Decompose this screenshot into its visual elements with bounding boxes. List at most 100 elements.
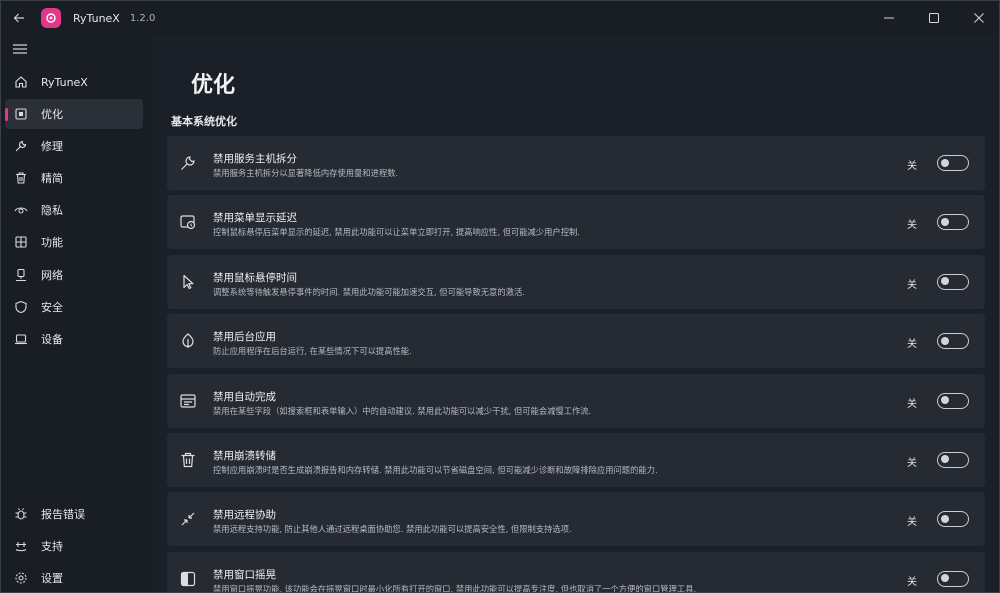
sidebar-item-network[interactable]: 网络 bbox=[5, 260, 143, 290]
toggle-knob bbox=[941, 336, 949, 345]
setting-description: 防止应用程序在后台运行, 在某些情况下可以提高性能. bbox=[213, 346, 412, 357]
title-bar: RyTuneX 1.2.0 bbox=[1, 1, 999, 35]
setting-description: 禁用在某些字段（如搜索框和表单输入）中的自动建议. 禁用此功能可以减少干扰, 但… bbox=[213, 405, 592, 416]
setting-title: 禁用崩溃转储 bbox=[213, 449, 276, 462]
setting-description: 禁用远程支持功能, 防止其他人通过远程桌面协助您. 禁用此功能可以提高安全性, … bbox=[213, 524, 572, 535]
eye-icon bbox=[13, 202, 29, 218]
sidebar-item-label: 安全 bbox=[41, 300, 63, 314]
setting-title: 禁用菜单显示延迟 bbox=[213, 212, 297, 225]
sidebar-item-optimize[interactable]: 优化 bbox=[5, 99, 143, 130]
back-button[interactable] bbox=[1, 1, 37, 35]
settings-card: 禁用远程协助 禁用远程支持功能, 防止其他人通过远程桌面协助您. 禁用此功能可以… bbox=[167, 492, 985, 547]
setting-description: 调整系统等待触发悬停事件的时间. 禁用此功能可能加速交互, 但可能导致无意的激活… bbox=[213, 286, 525, 297]
shield-icon bbox=[13, 299, 29, 315]
setting-description: 控制应用崩溃时是否生成崩溃报告和内存转储. 禁用此功能可以节省磁盘空间, 但可能… bbox=[213, 464, 658, 475]
optimize-icon bbox=[13, 106, 29, 122]
toggle-switch[interactable] bbox=[937, 155, 969, 171]
toggle-switch[interactable] bbox=[937, 511, 969, 528]
settings-list: 禁用服务主机拆分 禁用服务主机拆分以显著降低内存使用量和进程数. 关 禁用菜单显… bbox=[167, 136, 985, 593]
settings-card: 禁用崩溃转储 控制应用崩溃时是否生成崩溃报告和内存转储. 禁用此功能可以节省磁盘… bbox=[167, 432, 985, 487]
settings-card: 禁用服务主机拆分 禁用服务主机拆分以显著降低内存使用量和进程数. 关 bbox=[167, 136, 985, 190]
app-version: 1.2.0 bbox=[129, 12, 156, 24]
sidebar-item-label: 设备 bbox=[41, 332, 63, 346]
sidebar-item-label: 报告错误 bbox=[41, 508, 85, 521]
setting-title: 禁用服务主机拆分 bbox=[213, 153, 297, 165]
setting-title: 禁用后台应用 bbox=[213, 331, 276, 344]
gear-icon bbox=[13, 570, 29, 586]
toggle-switch[interactable] bbox=[937, 214, 969, 231]
close-button[interactable] bbox=[956, 1, 999, 35]
setting-title: 禁用鼠标悬停时间 bbox=[213, 271, 297, 284]
sidebar-item-label: 设置 bbox=[41, 572, 63, 586]
minimize-icon bbox=[883, 17, 894, 19]
main-content: 优化 基本系统优化 禁用服务主机拆分 禁用服务主机拆分以显著降低内存使用量和进程… bbox=[151, 35, 999, 593]
settings-card: 禁用鼠标悬停时间 调整系统等待触发悬停事件的时间. 禁用此功能可能加速交互, 但… bbox=[167, 254, 985, 309]
toggle-switch[interactable] bbox=[937, 333, 969, 350]
settings-card: 禁用后台应用 防止应用程序在后台运行, 在某些情况下可以提高性能. 关 bbox=[167, 314, 985, 369]
sidebar-item-label: 支持 bbox=[41, 540, 63, 554]
toggle-state-label: 关 bbox=[907, 279, 917, 291]
back-arrow-icon bbox=[13, 13, 24, 23]
bug-icon bbox=[13, 506, 29, 522]
setting-description: 禁用窗口摇晃功能, 该功能会在摇晃窗口时最小化所有打开的窗口. 禁用此功能可以提… bbox=[213, 583, 697, 593]
maximize-button[interactable] bbox=[911, 1, 956, 35]
section-title: 基本系统优化 bbox=[171, 115, 237, 128]
minimize-button[interactable] bbox=[866, 1, 911, 35]
nav-bottom-list: 报告错误 支持 设置 bbox=[5, 499, 143, 592]
sidebar-item-features[interactable]: 功能 bbox=[5, 227, 143, 257]
toggle-knob bbox=[941, 158, 949, 167]
toggle-state-label: 关 bbox=[907, 161, 917, 172]
laptop-icon bbox=[13, 331, 29, 347]
sidebar-item-privacy[interactable]: 隐私 bbox=[5, 195, 143, 225]
toggle-state-label: 关 bbox=[907, 517, 917, 529]
toggle-knob bbox=[941, 277, 949, 286]
sidebar-item-label: 功能 bbox=[41, 236, 63, 250]
toggle-knob bbox=[941, 514, 949, 523]
hamburger-menu-button[interactable] bbox=[13, 43, 29, 57]
wrench-icon bbox=[13, 138, 29, 154]
toggle-state-label: 关 bbox=[907, 339, 917, 351]
sidebar-item-security[interactable]: 安全 bbox=[5, 292, 143, 322]
toggle-state-label: 关 bbox=[907, 398, 917, 410]
app-logo-icon bbox=[41, 8, 61, 28]
nav-list: RyTuneX 优化 修理 精简 隐私 功能 网络 安全 设备 bbox=[5, 67, 143, 356]
sidebar-item-label: RyTuneX bbox=[41, 75, 88, 89]
sidebar-item-settings[interactable]: 设置 bbox=[5, 563, 143, 592]
sidebar-item-device[interactable]: 设备 bbox=[5, 324, 143, 354]
cursor-icon bbox=[179, 273, 197, 291]
sidebar-item-rytunex[interactable]: RyTuneX bbox=[5, 67, 143, 97]
toggle-state-label: 关 bbox=[907, 576, 917, 588]
leaf-icon bbox=[179, 332, 197, 350]
settings-card: 禁用菜单显示延迟 控制鼠标悬停后菜单显示的延迟, 禁用此功能可以让菜单立即打开,… bbox=[167, 195, 985, 250]
trash-icon bbox=[13, 170, 29, 186]
toggle-state-label: 关 bbox=[907, 457, 917, 469]
toggle-state-label: 关 bbox=[907, 220, 917, 232]
sidebar-item-report-bug[interactable]: 报告错误 bbox=[5, 499, 143, 529]
app-window: RyTuneX 1.2.0 RyTuneX 优化 修理 精简 隐私 功能 网络 … bbox=[0, 0, 1000, 593]
sidebar-item-label: 网络 bbox=[41, 268, 63, 282]
toggle-switch[interactable] bbox=[937, 273, 969, 290]
sidebar: RyTuneX 优化 修理 精简 隐私 功能 网络 安全 设备 报告错误 支持 … bbox=[1, 35, 151, 592]
menu-delay-icon bbox=[179, 213, 197, 231]
sidebar-item-support[interactable]: 支持 bbox=[5, 531, 143, 561]
sidebar-item-debloat[interactable]: 精简 bbox=[5, 163, 143, 193]
toggle-knob bbox=[941, 217, 949, 226]
page-title: 优化 bbox=[191, 73, 236, 98]
toggle-knob bbox=[941, 396, 949, 405]
settings-card: 禁用窗口摇晃 禁用窗口摇晃功能, 该功能会在摇晃窗口时最小化所有打开的窗口. 禁… bbox=[167, 551, 985, 593]
setting-description: 控制鼠标悬停后菜单显示的延迟, 禁用此功能可以让菜单立即打开, 提高响应性, 但… bbox=[213, 227, 580, 238]
home-icon bbox=[13, 74, 29, 90]
wrench-icon bbox=[179, 154, 197, 172]
sidebar-item-label: 修理 bbox=[41, 140, 63, 154]
support-icon bbox=[13, 538, 29, 554]
sidebar-item-repair[interactable]: 修理 bbox=[5, 131, 143, 161]
network-icon bbox=[13, 267, 29, 283]
toggle-switch[interactable] bbox=[937, 451, 969, 468]
close-icon bbox=[973, 13, 984, 23]
remote-icon bbox=[179, 510, 197, 528]
toggle-knob bbox=[941, 455, 949, 464]
toggle-switch[interactable] bbox=[937, 570, 969, 587]
trash-icon bbox=[179, 451, 197, 469]
toggle-switch[interactable] bbox=[937, 392, 969, 409]
hamburger-icon bbox=[13, 44, 27, 54]
